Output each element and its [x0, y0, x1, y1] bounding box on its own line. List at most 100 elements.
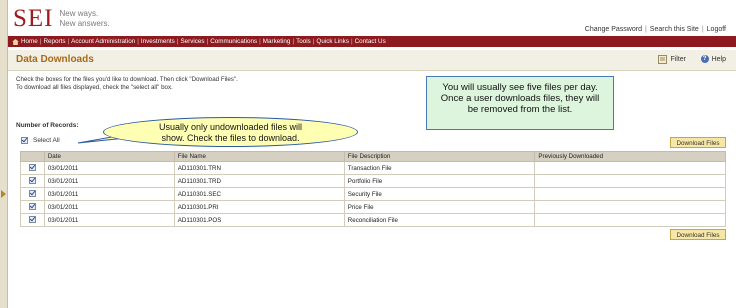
divider: |	[701, 26, 704, 33]
table-row: 03/01/2011 AD110301.TRD Portfolio File	[20, 174, 726, 188]
previously-downloaded-cell	[534, 187, 726, 201]
date-cell: 03/01/2011	[43, 174, 175, 188]
logo-tagline: New ways. New answers.	[60, 9, 110, 29]
nav-investments[interactable]: Investments	[141, 38, 175, 45]
nav-divider: |	[312, 38, 315, 45]
date-cell: 03/01/2011	[43, 187, 175, 201]
nav-account-administration[interactable]: Account Administration	[71, 38, 135, 45]
tagline-line2: New answers.	[59, 18, 110, 28]
left-panel-edge[interactable]	[0, 0, 8, 308]
instructions: Check the boxes for the files you'd like…	[16, 76, 238, 92]
nav-marketing[interactable]: Marketing	[263, 38, 291, 45]
nav-quick-links[interactable]: Quick Links	[316, 38, 349, 45]
help-label: Help	[711, 55, 726, 63]
file-description-cell: Reconciliation File	[343, 213, 536, 227]
main-nav: Home | Reports | Account Administration …	[8, 36, 736, 47]
number-of-records-label: Number of Records:	[16, 122, 79, 129]
file-description-cell: Transaction File	[343, 161, 536, 175]
file-name-cell: AD110301.TRD	[173, 174, 345, 188]
file-name-cell: AD110301.PRI	[173, 200, 345, 214]
column-header-file-description[interactable]: File Description	[343, 151, 536, 162]
column-header-previously-downloaded[interactable]: Previously Downloaded	[534, 151, 726, 162]
callout-line: Usually only undownloaded files will	[158, 122, 303, 132]
callout-line: show. Check the files to download.	[161, 133, 300, 143]
filter-icon	[658, 55, 668, 64]
nav-reports[interactable]: Reports	[43, 38, 65, 45]
nav-divider: |	[176, 38, 179, 45]
row-checkbox[interactable]	[28, 202, 36, 210]
tip-callout-bubble: Usually only undownloaded files will sho…	[103, 117, 358, 147]
callout-line: be removed from the list.	[467, 104, 573, 115]
filter-link[interactable]: Filter	[658, 55, 686, 64]
table-header-row: Date File Name File Description Previous…	[20, 151, 726, 162]
table-row: 03/01/2011 AD110301.SEC Security File	[20, 187, 726, 201]
previously-downloaded-cell	[534, 174, 726, 188]
file-description-cell: Security File	[343, 187, 536, 201]
nav-divider: |	[67, 38, 70, 45]
row-checkbox[interactable]	[28, 163, 36, 171]
logo-wordmark: SEI	[13, 5, 54, 32]
date-cell: 03/01/2011	[43, 213, 175, 227]
row-checkbox[interactable]	[28, 176, 36, 184]
nav-divider: |	[206, 38, 209, 45]
file-name-cell: AD110301.SEC	[173, 187, 345, 201]
select-all[interactable]: Select All	[21, 137, 60, 144]
row-checkbox[interactable]	[28, 215, 36, 223]
files-table: Date File Name File Description Previous…	[20, 151, 726, 227]
nav-services[interactable]: Services	[180, 38, 204, 45]
date-cell: 03/01/2011	[43, 161, 175, 175]
nav-divider: |	[259, 38, 261, 45]
expand-arrow-icon[interactable]	[1, 190, 6, 198]
row-select-cell	[20, 200, 45, 214]
select-all-label: Select All	[33, 137, 60, 144]
column-header-file-name[interactable]: File Name	[173, 151, 345, 162]
help-link[interactable]: ? Help	[700, 55, 726, 63]
column-header-select	[20, 151, 45, 162]
change-password-link[interactable]: Change Password	[585, 26, 642, 33]
download-files-button-bottom[interactable]: Download Files	[670, 229, 726, 240]
divider: |	[644, 26, 647, 33]
callout-line: You will usually see five files per day.	[442, 82, 598, 93]
tagline-line1: New ways.	[59, 8, 99, 18]
sei-logo: SEI New ways. New answers.	[13, 6, 110, 31]
row-checkbox[interactable]	[28, 189, 36, 197]
date-cell: 03/01/2011	[43, 200, 175, 214]
nav-divider: |	[39, 38, 42, 45]
previously-downloaded-cell	[534, 200, 726, 214]
nav-communications[interactable]: Communications	[210, 38, 257, 45]
callout-line: Once a user downloads files, they will	[440, 93, 600, 104]
table-row: 03/01/2011 AD110301.TRN Transaction File	[20, 161, 726, 175]
filter-label: Filter	[670, 56, 686, 63]
nav-home[interactable]: Home	[21, 38, 38, 45]
home-icon[interactable]	[12, 38, 19, 45]
nav-divider: |	[292, 38, 295, 45]
row-select-cell	[20, 213, 45, 227]
previously-downloaded-cell	[534, 161, 726, 175]
nav-tools[interactable]: Tools	[296, 38, 311, 45]
file-name-cell: AD110301.POS	[173, 213, 345, 227]
logoff-link[interactable]: Logoff	[707, 26, 726, 33]
table-row: 03/01/2011 AD110301.PRI Price File	[20, 200, 726, 214]
page: SEI New ways. New answers. Change Passwo…	[8, 0, 736, 308]
column-header-date[interactable]: Date	[43, 151, 175, 162]
download-files-button[interactable]: Download Files	[670, 137, 726, 148]
instructions-line2: To download all files displayed, check t…	[16, 84, 173, 91]
row-select-cell	[20, 187, 45, 201]
table-row: 03/01/2011 AD110301.POS Reconciliation F…	[20, 213, 726, 227]
previously-downloaded-cell	[534, 213, 726, 227]
nav-contact-us[interactable]: Contact Us	[355, 38, 386, 45]
nav-divider: |	[350, 38, 353, 45]
title-bar: Data Downloads Filter ? Help	[8, 50, 736, 71]
row-select-cell	[20, 174, 45, 188]
nav-divider: |	[137, 38, 139, 45]
select-all-checkbox[interactable]	[21, 137, 28, 144]
info-callout-box: You will usually see five files per day.…	[426, 76, 614, 130]
page-title: Data Downloads	[16, 54, 94, 65]
utility-links: Change Password | Search this Site | Logoff	[585, 26, 726, 33]
file-name-cell: AD110301.TRN	[173, 161, 345, 175]
file-description-cell: Price File	[343, 200, 536, 214]
search-site-link[interactable]: Search this Site	[650, 26, 699, 33]
instructions-line1: Check the boxes for the files you'd like…	[16, 76, 238, 83]
help-icon: ?	[700, 55, 709, 63]
row-select-cell	[20, 161, 45, 175]
